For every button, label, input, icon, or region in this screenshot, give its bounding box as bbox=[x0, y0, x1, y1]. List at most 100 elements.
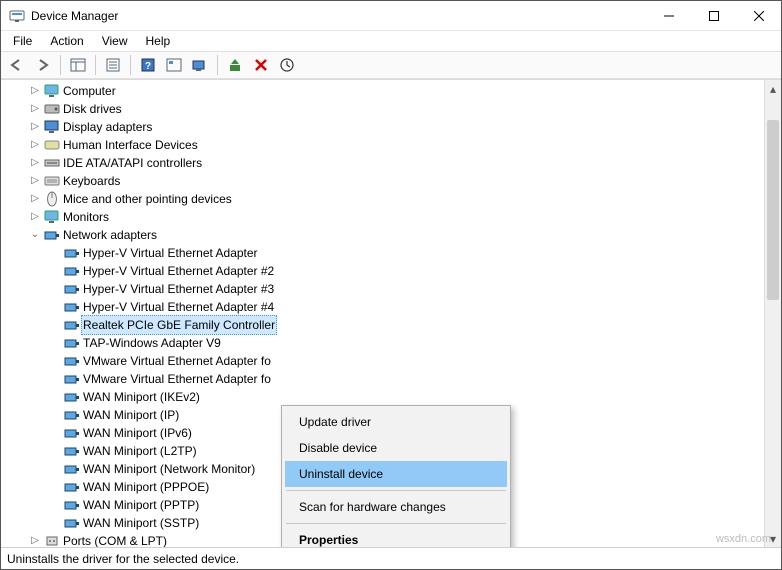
tree-item-label: WAN Miniport (L2TP) bbox=[81, 442, 199, 460]
tree-item-label: Monitors bbox=[61, 208, 111, 226]
tree-item-cat-5[interactable]: ▷ Keyboards bbox=[1, 172, 764, 190]
svg-text:?: ? bbox=[145, 61, 151, 72]
tree-item-cat-6[interactable]: ▷ Mice and other pointing devices bbox=[1, 190, 764, 208]
tree-item-net-1[interactable]: Hyper-V Virtual Ethernet Adapter #2 bbox=[1, 262, 764, 280]
net-icon bbox=[63, 301, 81, 313]
scroll-up-arrow[interactable]: ▴ bbox=[765, 80, 781, 97]
tree-item-net-3[interactable]: Hyper-V Virtual Ethernet Adapter #4 bbox=[1, 298, 764, 316]
ide-icon bbox=[43, 157, 61, 169]
tree-item-net-0[interactable]: Hyper-V Virtual Ethernet Adapter bbox=[1, 244, 764, 262]
tree-item-net-8[interactable]: WAN Miniport (IKEv2) bbox=[1, 388, 764, 406]
tree-item-label: WAN Miniport (IKEv2) bbox=[81, 388, 202, 406]
expand-toggle[interactable]: ▷ bbox=[27, 118, 43, 136]
ctx-separator bbox=[286, 490, 506, 491]
tree-item-net-6[interactable]: VMware Virtual Ethernet Adapter fo bbox=[1, 352, 764, 370]
expand-toggle[interactable]: ▷ bbox=[27, 532, 43, 547]
net-icon bbox=[63, 319, 81, 331]
tree-item-label: Keyboards bbox=[61, 172, 122, 190]
disable-button[interactable] bbox=[275, 53, 299, 77]
tree-item-label: Hyper-V Virtual Ethernet Adapter bbox=[81, 244, 260, 262]
tree-item-label: WAN Miniport (IPv6) bbox=[81, 424, 194, 442]
tree-item-cat-4[interactable]: ▷ IDE ATA/ATAPI controllers bbox=[1, 154, 764, 172]
watermark: wsxdn.com bbox=[716, 533, 771, 545]
update-driver-button[interactable] bbox=[223, 53, 247, 77]
menu-help[interactable]: Help bbox=[138, 32, 179, 50]
maximize-button[interactable] bbox=[691, 1, 736, 30]
scroll-thumb[interactable] bbox=[767, 120, 779, 300]
menu-view[interactable]: View bbox=[94, 32, 136, 50]
net-icon bbox=[63, 499, 81, 511]
close-button[interactable] bbox=[736, 1, 781, 30]
tree-item-cat-7[interactable]: ▷ Monitors bbox=[1, 208, 764, 226]
titlebar: Device Manager bbox=[1, 1, 781, 31]
expand-toggle[interactable]: ▷ bbox=[27, 172, 43, 190]
back-button[interactable] bbox=[5, 53, 29, 77]
tree-item-label: VMware Virtual Ethernet Adapter fo bbox=[81, 370, 273, 388]
tree-item-label: Disk drives bbox=[61, 100, 124, 118]
ctx-update-driver[interactable]: Update driver bbox=[285, 409, 507, 435]
keyboard-icon bbox=[43, 176, 61, 186]
device-manager-window: Device Manager File Action View Help ? ▷… bbox=[0, 0, 782, 570]
net-icon bbox=[63, 265, 81, 277]
net-icon bbox=[63, 391, 81, 403]
net-icon bbox=[63, 283, 81, 295]
ctx-scan-hardware[interactable]: Scan for hardware changes bbox=[285, 494, 507, 520]
toolbar-icon-1[interactable] bbox=[162, 53, 186, 77]
scan-hardware-button[interactable] bbox=[188, 53, 212, 77]
expand-toggle[interactable]: ▷ bbox=[27, 190, 43, 208]
port-icon bbox=[43, 534, 61, 547]
hid-icon bbox=[43, 139, 61, 151]
expand-toggle[interactable]: ▷ bbox=[27, 100, 43, 118]
tree-item-network-adapters[interactable]: ⌄Network adapters bbox=[1, 226, 764, 244]
tree-item-net-2[interactable]: Hyper-V Virtual Ethernet Adapter #3 bbox=[1, 280, 764, 298]
forward-button[interactable] bbox=[31, 53, 55, 77]
disk-icon bbox=[43, 103, 61, 115]
vertical-scrollbar[interactable]: ▴ ▾ bbox=[764, 80, 781, 547]
expand-toggle[interactable]: ▷ bbox=[27, 82, 43, 100]
tree-item-net-5[interactable]: TAP-Windows Adapter V9 bbox=[1, 334, 764, 352]
net-icon bbox=[63, 373, 81, 385]
expand-toggle[interactable]: ▷ bbox=[27, 208, 43, 226]
tree-item-cat-1[interactable]: ▷ Disk drives bbox=[1, 100, 764, 118]
expand-toggle[interactable]: ▷ bbox=[27, 154, 43, 172]
net-icon bbox=[63, 481, 81, 493]
net-icon bbox=[63, 463, 81, 475]
tree-item-label: WAN Miniport (PPPOE) bbox=[81, 478, 211, 496]
uninstall-button[interactable] bbox=[249, 53, 273, 77]
expand-toggle[interactable]: ▷ bbox=[27, 136, 43, 154]
tree-item-label: WAN Miniport (Network Monitor) bbox=[81, 460, 257, 478]
tree-item-label: WAN Miniport (SSTP) bbox=[81, 514, 201, 532]
menu-file[interactable]: File bbox=[5, 32, 40, 50]
tree-item-label: Ports (COM & LPT) bbox=[61, 532, 169, 547]
display-icon bbox=[43, 120, 61, 134]
net-icon bbox=[63, 247, 81, 259]
net-icon bbox=[63, 355, 81, 367]
net-icon bbox=[63, 445, 81, 457]
help-button[interactable]: ? bbox=[136, 53, 160, 77]
minimize-button[interactable] bbox=[646, 1, 691, 30]
net-icon bbox=[63, 517, 81, 529]
tree-item-label: Mice and other pointing devices bbox=[61, 190, 234, 208]
properties-button[interactable] bbox=[101, 53, 125, 77]
menu-action[interactable]: Action bbox=[42, 32, 91, 50]
tree-item-label: Hyper-V Virtual Ethernet Adapter #2 bbox=[81, 262, 276, 280]
ctx-disable-device[interactable]: Disable device bbox=[285, 435, 507, 461]
ctx-uninstall-device[interactable]: Uninstall device bbox=[285, 461, 507, 487]
menubar: File Action View Help bbox=[1, 31, 781, 51]
ctx-separator bbox=[286, 523, 506, 524]
ctx-properties[interactable]: Properties bbox=[285, 527, 507, 547]
tree-item-net-4[interactable]: Realtek PCIe GbE Family Controller bbox=[1, 316, 764, 334]
tree-item-label: WAN Miniport (IP) bbox=[81, 406, 181, 424]
tree-item-cat-0[interactable]: ▷Computer bbox=[1, 82, 764, 100]
tree-item-label: IDE ATA/ATAPI controllers bbox=[61, 154, 204, 172]
show-hide-tree-button[interactable] bbox=[66, 53, 90, 77]
expand-toggle[interactable]: ⌄ bbox=[27, 226, 43, 244]
tree-item-net-7[interactable]: VMware Virtual Ethernet Adapter fo bbox=[1, 370, 764, 388]
tree-item-label: Hyper-V Virtual Ethernet Adapter #3 bbox=[81, 280, 276, 298]
tree-item-cat-3[interactable]: ▷Human Interface Devices bbox=[1, 136, 764, 154]
tree-item-cat-2[interactable]: ▷Display adapters bbox=[1, 118, 764, 136]
app-icon bbox=[9, 8, 25, 24]
statusbar: Uninstalls the driver for the selected d… bbox=[1, 547, 781, 569]
net-icon bbox=[63, 337, 81, 349]
net-icon bbox=[43, 229, 61, 241]
